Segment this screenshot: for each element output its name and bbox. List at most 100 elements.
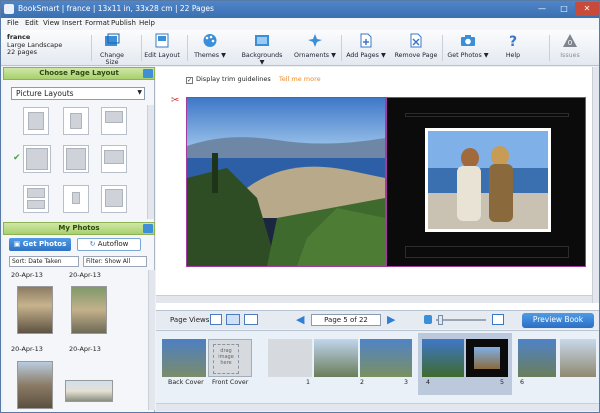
minimize-button[interactable]: — (531, 2, 553, 16)
remove-page-icon (410, 33, 422, 48)
layout-thumb[interactable] (101, 185, 127, 213)
menu-insert[interactable]: Insert (62, 19, 82, 27)
single-page-view-icon[interactable] (210, 314, 222, 325)
page-3-thumb[interactable] (360, 339, 412, 377)
pin-icon[interactable] (143, 224, 153, 233)
photos-scrollbar[interactable] (148, 270, 155, 410)
backgrounds-button[interactable]: Backgrounds ▼ (239, 33, 285, 66)
layout-thumb[interactable] (63, 185, 89, 213)
menu-edit[interactable]: Edit (25, 19, 39, 27)
caption-box[interactable] (405, 246, 569, 258)
menu-publish[interactable]: Publish (111, 19, 136, 27)
left-page[interactable] (186, 97, 386, 267)
page-indicator[interactable]: Page 5 of 22 (311, 314, 381, 326)
svg-text:0: 0 (568, 39, 572, 47)
page-1-thumb[interactable] (268, 339, 312, 377)
choose-layout-title: Choose Page Layout (39, 69, 119, 77)
menu-file[interactable]: File (7, 19, 19, 27)
ornaments-icon (308, 34, 322, 47)
edit-layout-button[interactable]: Edit Layout (144, 33, 180, 59)
landscape-photo[interactable] (187, 98, 385, 266)
layout-scrollbar[interactable] (147, 105, 154, 219)
strip-label: 1 (306, 379, 311, 386)
grid-view-icon[interactable] (244, 314, 258, 325)
filter-select[interactable]: Filter: Show All (83, 256, 147, 267)
remove-page-label: Remove Page (394, 52, 438, 59)
close-button[interactable]: ✕ (575, 2, 599, 16)
zoom-slider-handle[interactable] (438, 315, 443, 325)
photo-filters: Sort: Date Taken Filter: Show All (3, 256, 155, 268)
themes-button[interactable]: Themes ▼ (191, 33, 229, 59)
photo-thumbnail[interactable] (17, 286, 53, 334)
remove-page-button[interactable]: Remove Page (394, 33, 438, 59)
page-6-thumb[interactable] (518, 339, 556, 377)
help-button[interactable]: ? Help (501, 33, 525, 59)
photo-actions: ▣ Get Photos ↻ Autoflow (3, 237, 155, 254)
page-views-bar: Page Views ◀ Page 5 of 22 ▶ Preview Book (156, 310, 599, 329)
layout-type-select[interactable]: Picture Layouts ▼ (11, 87, 145, 100)
zoom-slider[interactable] (436, 319, 486, 321)
photo-thumbnail[interactable] (17, 361, 53, 409)
layout-thumb[interactable] (101, 107, 127, 135)
backgrounds-icon (255, 35, 269, 46)
choose-layout-header: Choose Page Layout (3, 67, 155, 80)
layout-thumb[interactable] (23, 185, 49, 213)
page-1-2-thumb[interactable] (314, 339, 358, 377)
layout-thumb[interactable] (101, 145, 127, 173)
add-pages-button[interactable]: Add Pages ▼ (344, 33, 388, 59)
camera-icon: ▣ (13, 240, 23, 248)
canvas-vscrollbar[interactable] (592, 67, 599, 303)
tell-me-more-link[interactable]: Tell me more (279, 75, 321, 83)
zoom-out-icon[interactable] (424, 315, 432, 324)
back-cover-thumb[interactable] (162, 339, 206, 377)
next-page-icon[interactable]: ▶ (387, 313, 395, 326)
get-photos-button[interactable]: Get Photos ▼ (445, 33, 491, 59)
strip-label: 4 (426, 379, 431, 386)
layout-thumb[interactable] (63, 145, 89, 173)
zoom-fit-icon[interactable] (492, 314, 504, 325)
prev-page-icon[interactable]: ◀ (296, 313, 304, 326)
trim-guidelines-label: Display trim guidelines (196, 75, 271, 83)
portrait-photo[interactable] (425, 128, 551, 232)
photo-grid: 20-Apr-13 20-Apr-13 20-Apr-13 20-Apr-13 (3, 270, 148, 410)
photo-date: 20-Apr-13 (69, 345, 101, 353)
strip-label: Front Cover (212, 379, 249, 386)
menu-bar: File Edit View Insert Format Publish Hel… (1, 18, 599, 30)
add-pages-label: Add Pages ▼ (346, 52, 386, 59)
photo-thumbnail[interactable] (65, 380, 113, 402)
layout-thumb[interactable] (63, 107, 89, 135)
layout-thumbnails: ✔ (11, 105, 145, 219)
photo-thumbnail[interactable] (71, 286, 107, 334)
change-size-label: Change Size (99, 52, 125, 66)
booksmart-app-icon (4, 4, 14, 14)
right-page[interactable] (386, 97, 586, 267)
ornaments-button[interactable]: Ornaments ▼ (293, 33, 337, 59)
page-7-thumb[interactable] (560, 339, 596, 377)
maximize-button[interactable]: □ (553, 2, 575, 16)
menu-help[interactable]: Help (139, 19, 155, 27)
trim-guidelines-checkbox[interactable]: ✓ (186, 77, 193, 84)
layout-thumb[interactable] (23, 107, 49, 135)
menu-format[interactable]: Format (85, 19, 110, 27)
drag-image-placeholder: drag image here (213, 344, 239, 374)
spread-view-icon[interactable] (226, 314, 240, 325)
pin-icon[interactable] (143, 69, 153, 78)
front-cover-thumb[interactable]: drag image here (208, 339, 252, 377)
strip-scrollbar[interactable] (156, 403, 599, 411)
get-photos-label: Get Photos ▼ (447, 52, 489, 59)
sort-select[interactable]: Sort: Date Taken (9, 256, 79, 267)
page-5-thumb[interactable] (466, 339, 508, 377)
autoflow-label: Autoflow (97, 240, 129, 248)
preview-book-button[interactable]: Preview Book (522, 313, 594, 328)
autoflow-button[interactable]: ↻ Autoflow (77, 238, 141, 251)
canvas-hscrollbar[interactable] (156, 295, 592, 303)
title-bar: BookSmart | france | 13x11 in, 33x28 cm … (1, 1, 599, 18)
layout-thumb-selected[interactable] (23, 145, 51, 173)
autoflow-icon: ↻ (89, 240, 98, 248)
get-photos-panel-button[interactable]: ▣ Get Photos (9, 238, 71, 251)
change-size-button[interactable]: Change Size (93, 33, 131, 66)
issues-button[interactable]: 0 Issues (557, 33, 583, 59)
page-4-thumb[interactable] (422, 339, 464, 377)
menu-view[interactable]: View (43, 19, 60, 27)
chevron-down-icon: ▼ (137, 89, 142, 96)
